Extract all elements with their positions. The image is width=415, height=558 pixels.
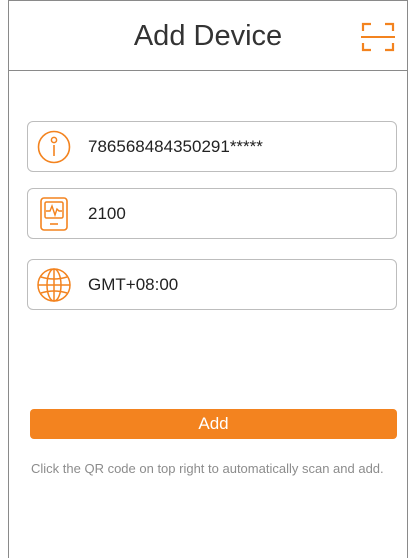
port-value: 2100 [88,203,126,223]
port-field[interactable]: 2100 [27,188,397,239]
timezone-field[interactable]: GMT+08:00 [27,259,397,310]
app-window: Add Device 786568484350291***** 2100 GMT… [8,0,408,558]
timezone-value: GMT+08:00 [88,274,179,294]
qr-scan-icon [361,22,395,52]
header-bar: Add Device [9,1,407,71]
device-id-value: 786568484350291***** [88,136,263,156]
help-text: Click the QR code on top right to automa… [31,461,384,476]
device-id-field[interactable]: 786568484350291***** [27,121,397,172]
globe-icon [28,260,80,309]
add-button[interactable]: Add [30,409,397,439]
info-icon [28,122,80,171]
device-monitor-icon [28,189,80,238]
qr-scan-button[interactable] [361,22,395,52]
page-title: Add Device [133,20,283,52]
